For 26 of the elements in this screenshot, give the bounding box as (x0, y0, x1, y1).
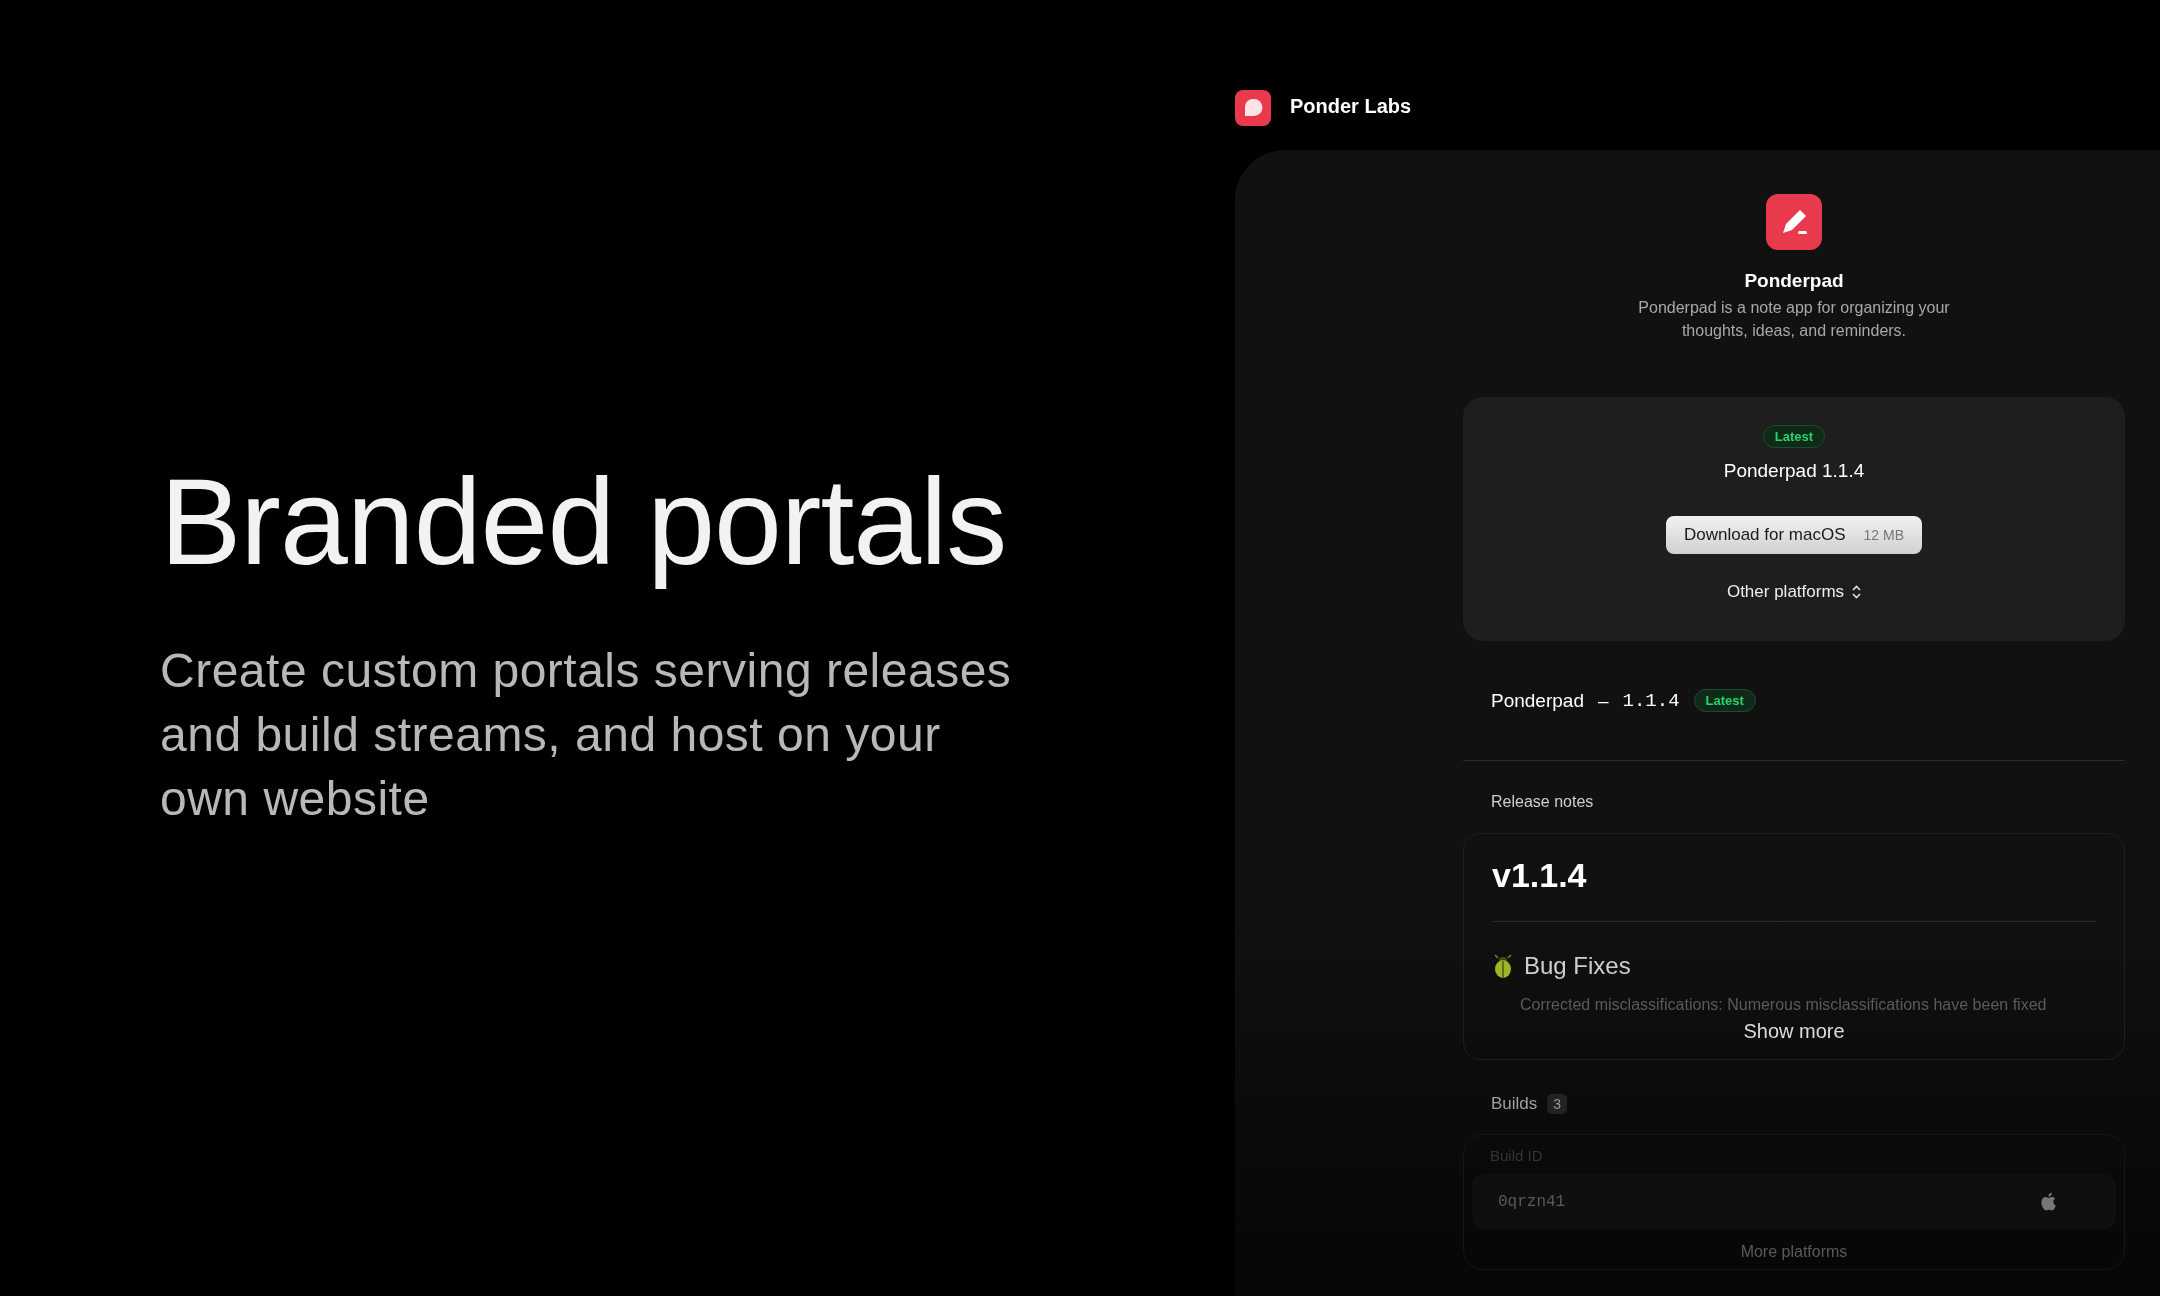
show-more-button[interactable]: Show more (1743, 1020, 1845, 1043)
beetle-icon (1492, 954, 1514, 978)
release-notes-heading: Release notes (1490, 792, 1595, 812)
latest-badge: Latest (1693, 689, 1756, 712)
version-title: v1.1.4 (1492, 856, 2096, 922)
note-text: Corrected misclassifications: Numerous misclassifications have been fixed (1520, 996, 2048, 1014)
pencil-app-icon (1766, 194, 1822, 250)
release-title: Ponderpad 1.1.4 (1723, 460, 1865, 482)
separator-dash: – (1597, 689, 1609, 712)
builds-heading: Builds (1491, 1094, 1538, 1114)
build-id: 0qrzn41 (1498, 1192, 1566, 1211)
chevron-updown-icon (1852, 585, 1862, 599)
hero-subtitle: Create custom portals serving releases and build streams, and host on your own website (160, 643, 1013, 828)
app-description: Ponderpad is a note app for organizing your thoughts, ideas, and reminders. (1637, 298, 1951, 341)
release-version: 1.1.4 (1622, 689, 1680, 712)
hero-title: Branded portals (160, 455, 1008, 590)
latest-badge: Latest (1762, 425, 1826, 448)
download-button[interactable]: Download for macOS 12 MB (1665, 516, 1922, 554)
section-heading: Bug Fixes (1524, 952, 1631, 980)
app-name: Ponderpad (1744, 270, 1844, 292)
other-platforms-link[interactable]: Other platforms (1726, 582, 1862, 602)
logo-icon (1235, 90, 1271, 126)
release-app: Ponderpad (1491, 689, 1584, 712)
brand-name: Ponder Labs (1290, 95, 1412, 119)
apple-icon (2040, 1192, 2056, 1211)
builds-count: 3 (1547, 1094, 1568, 1114)
